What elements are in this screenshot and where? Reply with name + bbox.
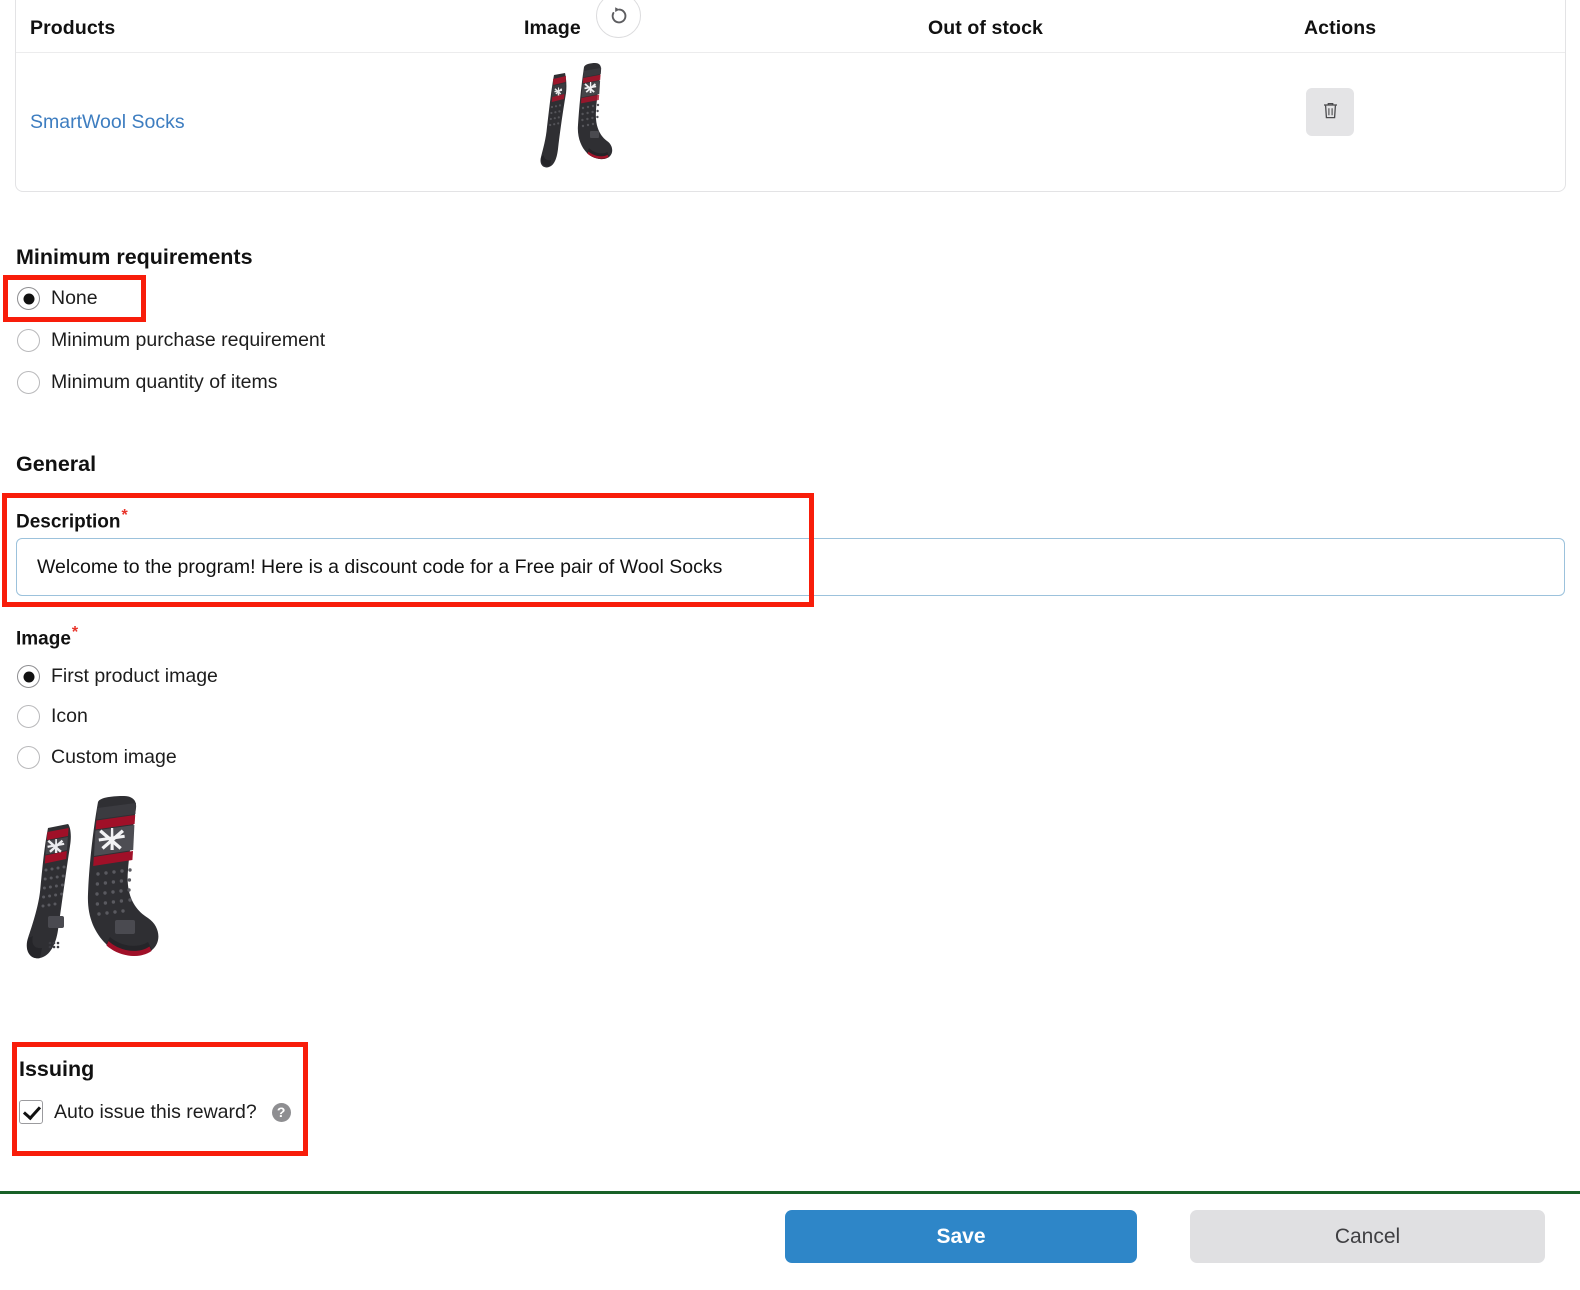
save-button[interactable]: Save	[785, 1210, 1137, 1263]
column-header-products: Products	[30, 17, 116, 39]
required-asterisk: *	[71, 624, 79, 641]
minimum-requirements-heading: Minimum requirements	[16, 245, 253, 269]
image-label-text: Image	[16, 628, 71, 650]
radio-indicator	[17, 665, 40, 688]
required-asterisk: *	[121, 507, 128, 524]
general-heading: General	[16, 452, 97, 476]
radio-minimum-quantity-of-items[interactable]: Minimum quantity of items	[17, 371, 278, 394]
table-row: SmartWool Socks	[16, 53, 1565, 191]
radio-indicator	[17, 329, 40, 352]
radio-icon[interactable]: Icon	[17, 705, 88, 728]
radio-minimum-purchase-requirement[interactable]: Minimum purchase requirement	[17, 329, 325, 352]
refresh-images-button[interactable]	[596, 0, 641, 38]
description-input[interactable]	[16, 538, 1565, 596]
radio-label: First product image	[51, 665, 218, 687]
radio-indicator	[17, 746, 40, 769]
checkbox-label: Auto issue this reward?	[54, 1100, 257, 1123]
cancel-button[interactable]: Cancel	[1190, 1210, 1545, 1263]
product-name-link[interactable]: SmartWool Socks	[30, 111, 185, 134]
radio-indicator	[17, 705, 40, 728]
trash-icon	[1322, 101, 1339, 123]
radio-indicator	[17, 371, 40, 394]
radio-minimum-requirements-none[interactable]: None	[17, 287, 98, 310]
refresh-icon	[608, 5, 630, 27]
reward-image-preview	[12, 786, 234, 1004]
footer-divider	[0, 1191, 1580, 1194]
checkbox-auto-issue-reward[interactable]: Auto issue this reward? ?	[19, 1100, 291, 1124]
help-circle-icon[interactable]: ?	[271, 1102, 291, 1122]
column-header-actions: Actions	[1304, 17, 1377, 39]
image-label: Image*	[16, 624, 78, 650]
description-label-text: Description	[16, 511, 121, 533]
delete-product-button[interactable]	[1306, 88, 1354, 136]
reward-edit-page: Products Image Out of stock Actions Smar…	[0, 0, 1580, 1290]
radio-label: Minimum purchase requirement	[51, 329, 326, 351]
radio-custom-image[interactable]: Custom image	[17, 746, 177, 769]
column-header-out-of-stock: Out of stock	[928, 17, 1043, 39]
column-header-image: Image	[524, 17, 581, 39]
radio-label: Icon	[51, 705, 88, 727]
radio-label: Minimum quantity of items	[51, 371, 278, 393]
products-table-card: Products Image Out of stock Actions Smar…	[15, 0, 1566, 192]
issuing-heading: Issuing	[19, 1057, 95, 1081]
product-thumbnail-icon	[521, 61, 641, 183]
radio-indicator	[17, 287, 40, 310]
products-table-header: Products Image Out of stock Actions	[16, 0, 1565, 53]
description-label: Description*	[16, 507, 128, 533]
checkbox-indicator	[19, 1100, 43, 1124]
radio-first-product-image[interactable]: First product image	[17, 665, 218, 688]
radio-label: Custom image	[51, 746, 177, 768]
radio-label: None	[51, 287, 98, 309]
